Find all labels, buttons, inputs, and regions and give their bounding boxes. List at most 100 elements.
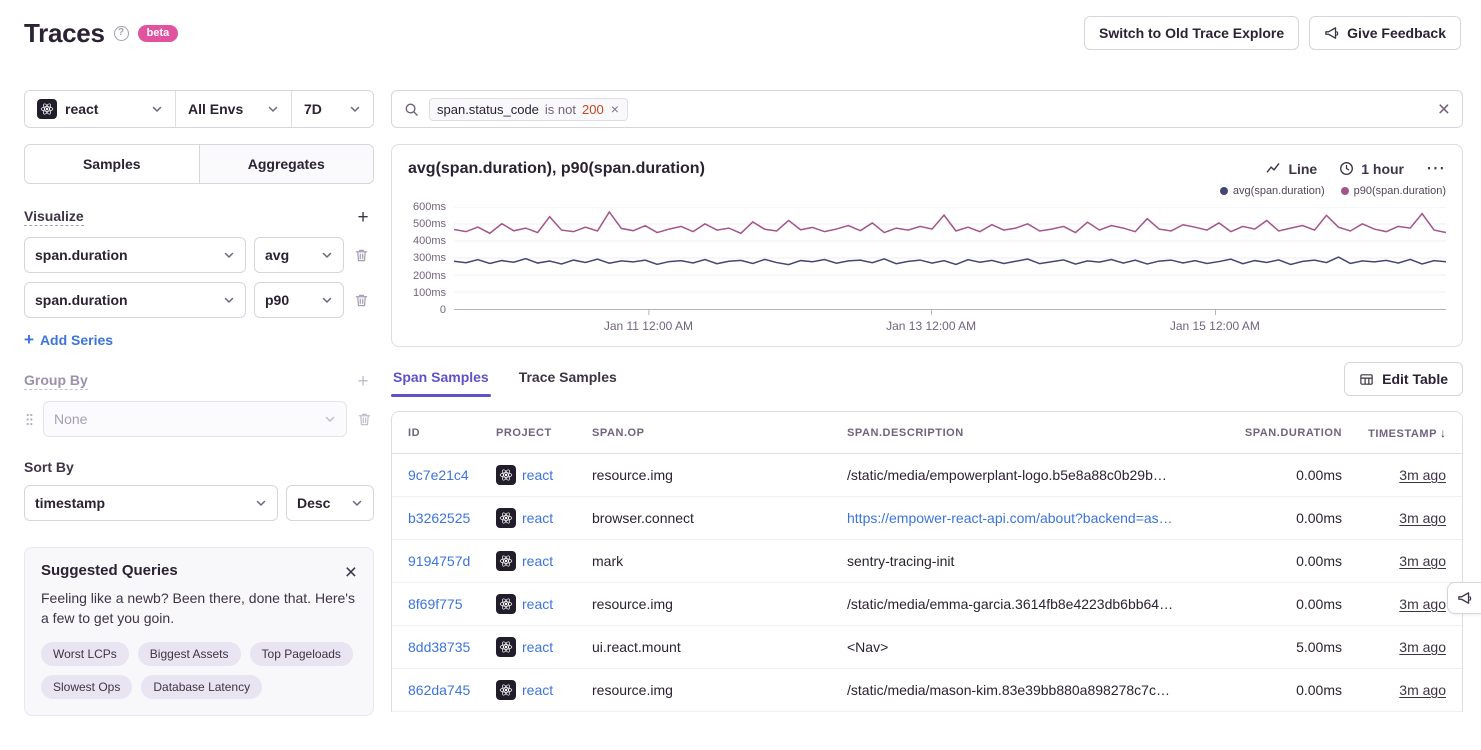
filter-token-value: 200 xyxy=(582,102,604,117)
visualize-aggregate-label: p90 xyxy=(265,292,289,308)
suggested-query-chip[interactable]: Biggest Assets xyxy=(138,642,241,666)
chart-type-control[interactable]: Line xyxy=(1266,161,1317,177)
react-project-icon xyxy=(496,680,516,700)
project-link[interactable]: react xyxy=(522,639,553,655)
chevron-down-icon xyxy=(321,294,333,306)
column-header-id[interactable]: ID xyxy=(392,427,488,439)
chart-canvas[interactable]: Jan 11 12:00 AM Jan 13 12:00 AM Jan 15 1… xyxy=(454,207,1446,336)
span-id-link[interactable]: 8dd38735 xyxy=(408,639,470,655)
date-range-selector-label: 7D xyxy=(304,101,322,117)
scope-control: react All Envs 7D xyxy=(24,90,374,128)
span-duration-cell: 5.00ms xyxy=(1220,639,1350,655)
column-header-project[interactable]: PROJECT xyxy=(488,427,584,439)
chart-more-options-button[interactable]: ⋯ xyxy=(1426,159,1446,178)
span-id-link[interactable]: 862da745 xyxy=(408,682,470,698)
column-header-timestamp[interactable]: TIMESTAMP↓ xyxy=(1350,426,1462,440)
project-link[interactable]: react xyxy=(522,553,553,569)
tab-samples[interactable]: Samples xyxy=(25,145,199,183)
environment-selector[interactable]: All Envs xyxy=(175,91,291,127)
suggested-query-chip[interactable]: Slowest Ops xyxy=(41,675,132,699)
feedback-edge-button[interactable] xyxy=(1447,582,1481,614)
search-bar[interactable]: span.status_code is not 200 × × xyxy=(391,90,1463,128)
span-id-link[interactable]: b3262525 xyxy=(408,510,470,526)
span-id-link[interactable]: 8f69f775 xyxy=(408,596,463,612)
column-header-span-description[interactable]: SPAN.DESCRIPTION xyxy=(839,427,1220,439)
project-link[interactable]: react xyxy=(522,596,553,612)
project-link[interactable]: react xyxy=(522,467,553,483)
span-description-cell: /static/media/empowerplant-logo.b5e8a88c… xyxy=(839,467,1220,483)
group-by-select[interactable]: None xyxy=(43,401,347,437)
search-filter-token[interactable]: span.status_code is not 200 × xyxy=(429,98,628,121)
delete-series-button[interactable] xyxy=(352,291,371,310)
help-icon[interactable]: ? xyxy=(114,26,129,41)
legend-item-p90[interactable]: p90(span.duration) xyxy=(1341,185,1446,197)
tab-span-samples[interactable]: Span Samples xyxy=(391,361,491,397)
visualize-aggregate-select[interactable]: p90 xyxy=(254,282,344,318)
visualize-field-select[interactable]: span.duration xyxy=(24,282,246,318)
span-id-cell: 862da745 xyxy=(392,682,488,698)
table-toolbar: Span Samples Trace Samples Edit Table xyxy=(391,361,1463,397)
give-feedback-button[interactable]: Give Feedback xyxy=(1309,16,1461,50)
clear-search-button[interactable]: × xyxy=(1438,99,1450,120)
sort-by-section-head: Sort By xyxy=(24,459,374,476)
timestamp-header-label: TIMESTAMP xyxy=(1368,428,1437,440)
span-op-cell: ui.react.mount xyxy=(584,639,839,655)
span-description: <Nav> xyxy=(847,639,888,655)
filter-token-operator: is not xyxy=(545,102,576,117)
add-series-button[interactable]: + Add Series xyxy=(24,331,113,348)
sort-direction-label: Desc xyxy=(297,495,330,511)
timestamp-cell: 3m ago xyxy=(1350,682,1462,698)
suggested-query-chip[interactable]: Worst LCPs xyxy=(41,642,129,666)
visualize-field-select[interactable]: span.duration xyxy=(24,237,246,273)
visualize-section-head: Visualize + xyxy=(24,206,374,228)
timestamp-link[interactable]: 3m ago xyxy=(1399,639,1446,655)
project-link[interactable]: react xyxy=(522,510,553,526)
suggested-query-chip[interactable]: Top Pageloads xyxy=(250,642,353,666)
legend-label: p90(span.duration) xyxy=(1354,185,1446,197)
timestamp-link[interactable]: 3m ago xyxy=(1399,596,1446,612)
timestamp-link[interactable]: 3m ago xyxy=(1399,553,1446,569)
tab-aggregates[interactable]: Aggregates xyxy=(199,145,374,183)
delete-series-button[interactable] xyxy=(352,246,371,265)
delete-group-by-button[interactable] xyxy=(355,410,374,429)
chart-interval-control[interactable]: 1 hour xyxy=(1339,161,1404,177)
chevron-down-icon xyxy=(321,249,333,261)
table-row: 8dd38735 react ui.react.mount <Nav> 5.00… xyxy=(392,626,1462,669)
chart-x-axis: Jan 11 12:00 AM Jan 13 12:00 AM Jan 15 1… xyxy=(454,310,1446,336)
switch-old-trace-explore-button[interactable]: Switch to Old Trace Explore xyxy=(1084,16,1299,50)
edit-table-button[interactable]: Edit Table xyxy=(1344,362,1463,396)
timestamp-cell: 3m ago xyxy=(1350,639,1462,655)
chart-interval-label: 1 hour xyxy=(1361,161,1404,177)
span-id-link[interactable]: 9c7e21c4 xyxy=(408,467,469,483)
suggested-query-chips: Worst LCPs Biggest Assets Top Pageloads … xyxy=(41,642,357,699)
column-header-span-duration[interactable]: SPAN.DURATION xyxy=(1220,427,1350,439)
timestamp-link[interactable]: 3m ago xyxy=(1399,510,1446,526)
project-link[interactable]: react xyxy=(522,682,553,698)
give-feedback-label: Give Feedback xyxy=(1347,25,1446,41)
suggested-queries-panel: Suggested Queries × Feeling like a newb?… xyxy=(24,547,374,716)
span-id-link[interactable]: 9194757d xyxy=(408,553,470,569)
suggested-query-chip[interactable]: Database Latency xyxy=(141,675,262,699)
plus-icon: + xyxy=(24,331,34,348)
remove-filter-token-icon[interactable]: × xyxy=(610,102,620,116)
sort-field-select[interactable]: timestamp xyxy=(24,485,278,521)
megaphone-icon xyxy=(1457,591,1472,606)
span-description-cell: <Nav> xyxy=(839,639,1220,655)
sort-direction-select[interactable]: Desc xyxy=(286,485,374,521)
y-axis-label: 500ms xyxy=(408,218,446,230)
span-id-cell: b3262525 xyxy=(392,510,488,526)
legend-item-avg[interactable]: avg(span.duration) xyxy=(1220,185,1325,197)
date-range-selector[interactable]: 7D xyxy=(291,91,373,127)
add-group-by-button[interactable]: + xyxy=(352,370,374,392)
project-cell: react xyxy=(488,637,584,657)
project-selector[interactable]: react xyxy=(25,91,175,127)
column-header-span-op[interactable]: SPAN.OP xyxy=(584,427,839,439)
sort-field-label: timestamp xyxy=(35,495,105,511)
drag-handle-icon[interactable] xyxy=(24,412,35,427)
timestamp-link[interactable]: 3m ago xyxy=(1399,467,1446,483)
add-visualize-button[interactable]: + xyxy=(352,206,374,228)
tab-trace-samples[interactable]: Trace Samples xyxy=(517,361,619,397)
close-icon[interactable]: × xyxy=(345,562,357,583)
visualize-aggregate-select[interactable]: avg xyxy=(254,237,344,273)
timestamp-link[interactable]: 3m ago xyxy=(1399,682,1446,698)
